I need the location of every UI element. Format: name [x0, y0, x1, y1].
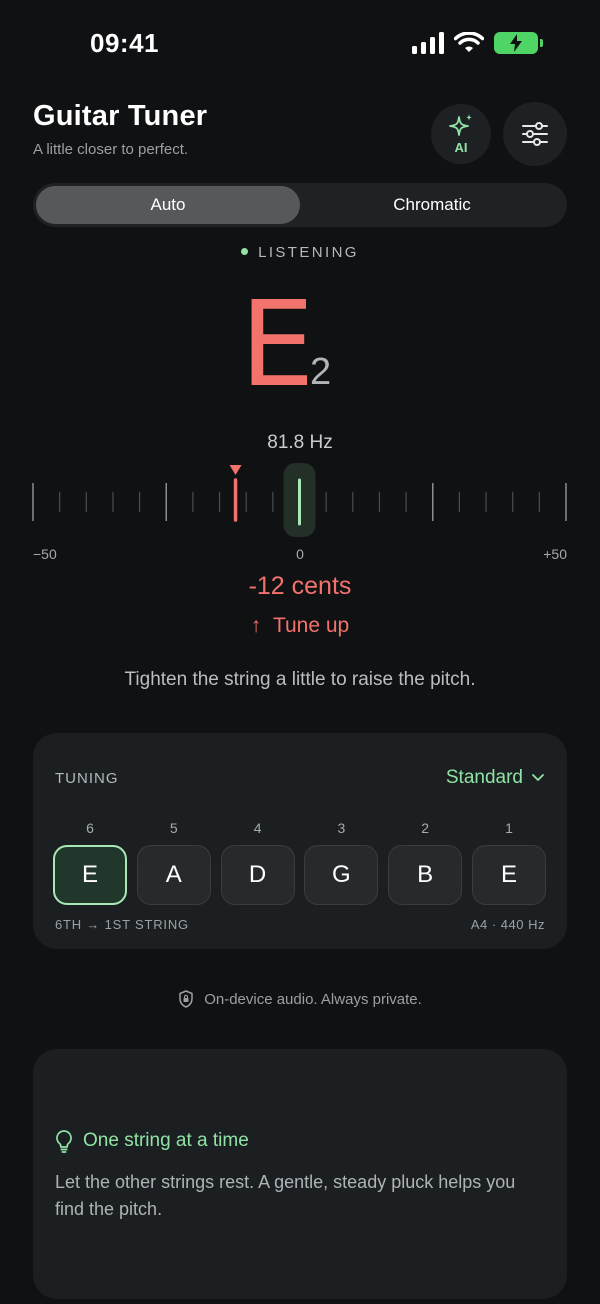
chevron-down-icon	[532, 774, 544, 781]
string-column: 3G	[304, 819, 379, 905]
shield-lock-icon	[179, 990, 193, 1008]
string-button[interactable]: B	[388, 845, 463, 905]
string-number: 3	[337, 820, 346, 836]
mode-auto-tab[interactable]: Auto	[36, 186, 300, 224]
cents-readout: -12 cents	[248, 572, 352, 600]
string-number: 4	[253, 820, 262, 836]
privacy-text: On-device audio. Always private.	[204, 990, 422, 1008]
tip-card: One string at a time Let the other strin…	[33, 1049, 567, 1299]
status-time: 09:41	[90, 28, 159, 58]
tuning-meter	[32, 463, 567, 537]
sparkle-icon	[449, 114, 472, 136]
listening-dot-icon	[241, 247, 249, 255]
sliders-icon	[522, 122, 548, 146]
tip-title-text: One string at a time	[83, 1130, 249, 1151]
settings-button[interactable]	[503, 102, 567, 166]
note-letter: E	[240, 275, 315, 413]
string-button[interactable]: A	[136, 845, 211, 905]
string-column: 1E	[472, 819, 546, 905]
status-icons	[412, 32, 543, 54]
string-number: 6	[86, 820, 94, 836]
string-order-label: 6TH → 1ST STRING	[55, 917, 189, 932]
mode-toggle: Auto Chromatic	[33, 183, 567, 227]
string-column: 6E	[53, 819, 127, 905]
tuning-label: TUNING	[55, 770, 119, 787]
ai-label: AI	[454, 140, 468, 155]
listening-indicator: LISTENING	[0, 244, 600, 261]
lightbulb-icon	[56, 1130, 72, 1153]
reference-pitch-label: A4 · 440 Hz	[470, 917, 545, 932]
header: Guitar Tuner A little closer to perfect.…	[33, 100, 567, 170]
tuning-preset-dropdown[interactable]: Standard	[446, 767, 545, 789]
tuning-hint: Tighten the string a little to raise the…	[124, 669, 476, 690]
ai-button[interactable]: AI	[431, 104, 491, 164]
listening-label: LISTENING	[258, 244, 359, 261]
privacy-note: On-device audio. Always private.	[0, 990, 600, 1008]
charging-bolt-icon	[510, 34, 522, 52]
string-column: 5A	[136, 819, 211, 905]
tuning-preset-value: Standard	[445, 767, 523, 788]
wifi-icon	[454, 32, 484, 52]
string-button[interactable]: D	[220, 845, 295, 905]
cellular-signal-icon	[412, 32, 444, 54]
tune-direction: ↑ Tune up	[0, 614, 600, 638]
string-column: 2B	[388, 819, 463, 905]
tune-direction-label: Tune up	[272, 614, 350, 637]
status-bar: 09:41	[0, 0, 600, 88]
tip-body: Let the other strings rest. A gentle, st…	[55, 1172, 516, 1219]
scale-max-label: +50	[543, 546, 567, 562]
string-number: 2	[421, 820, 430, 836]
string-button[interactable]: E	[53, 845, 127, 905]
mode-chromatic-tab[interactable]: Chromatic	[300, 186, 564, 224]
note-octave: 2	[310, 351, 332, 393]
string-selector: 6E5A4D3G2B1E	[53, 819, 547, 909]
tip-title: One string at a time	[55, 1129, 249, 1153]
note-display: E 2	[0, 284, 600, 404]
string-number: 5	[169, 820, 178, 836]
string-column: 4D	[220, 819, 295, 905]
string-number: 1	[505, 820, 513, 836]
battery-icon	[494, 32, 543, 54]
needle-pointer-icon	[229, 465, 242, 475]
string-button[interactable]: G	[304, 845, 379, 905]
string-button[interactable]: E	[472, 845, 546, 905]
arrow-up-icon: ↑	[250, 614, 262, 637]
frequency-readout: 81.8 Hz	[267, 432, 333, 453]
tuning-card: TUNING Standard 6E5A4D3G2B1E 6TH → 1ST S…	[33, 733, 567, 949]
scale-center-label: 0	[296, 546, 304, 562]
